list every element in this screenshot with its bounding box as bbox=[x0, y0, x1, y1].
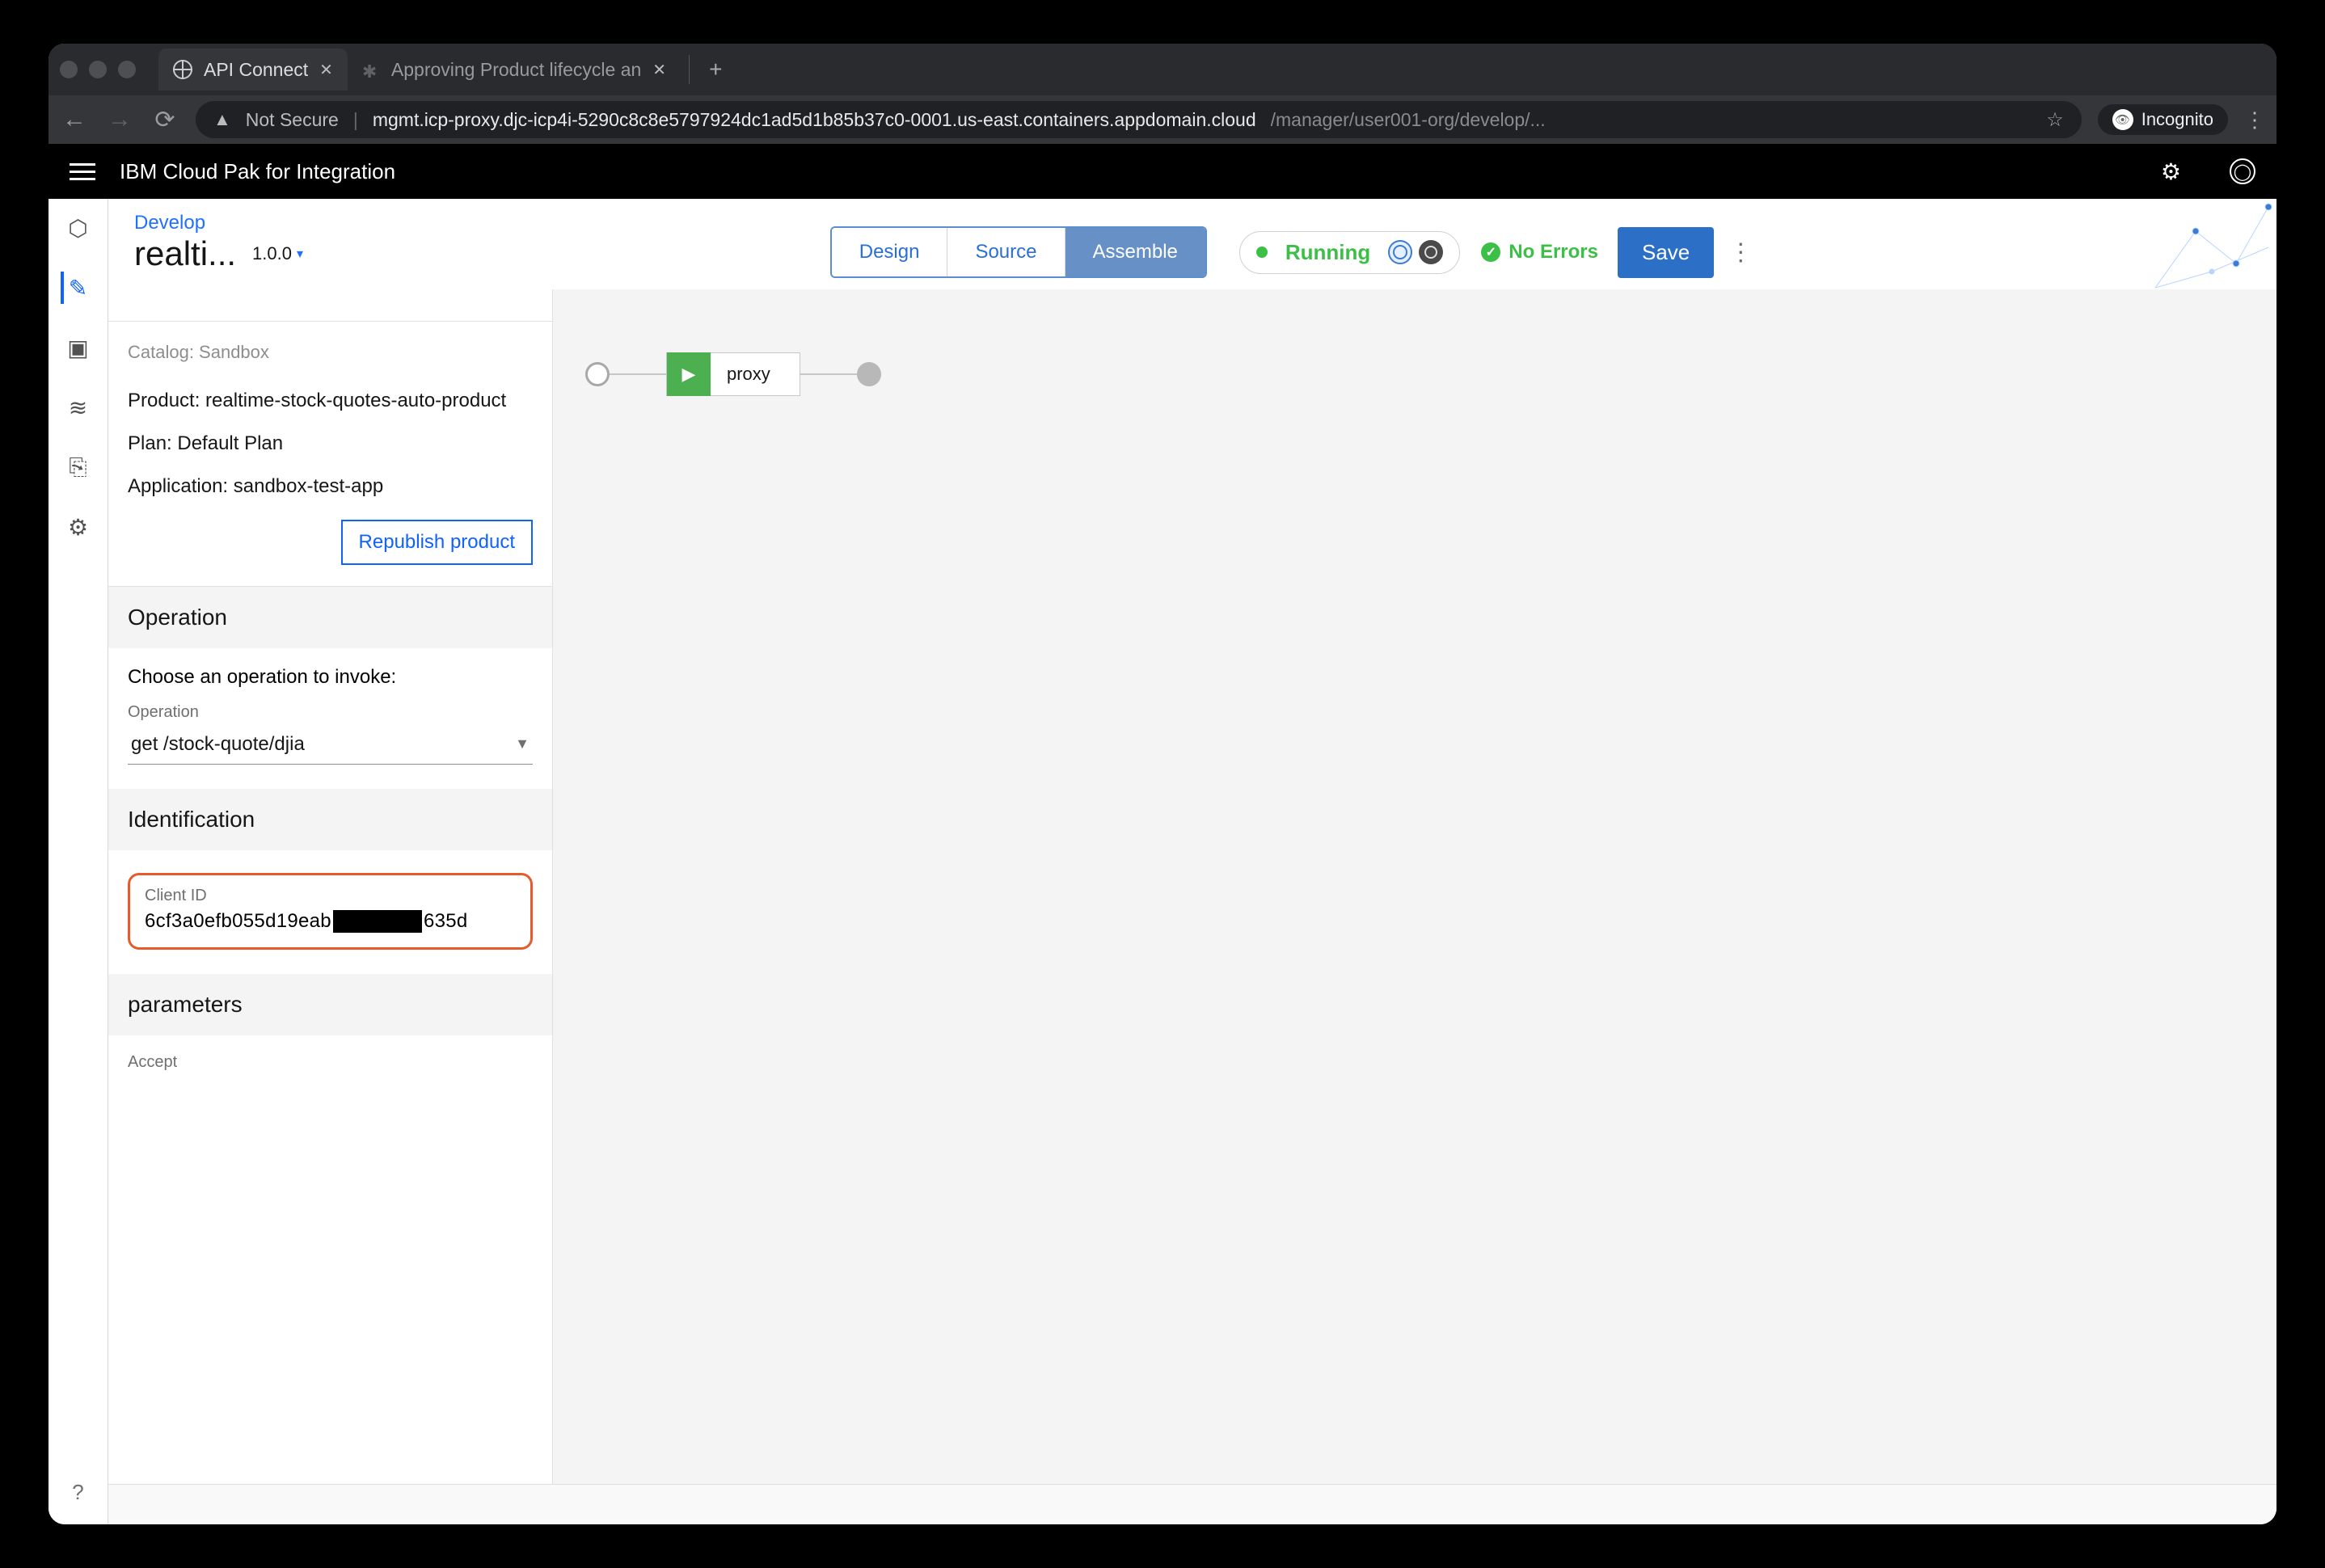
accept-label: Accept bbox=[128, 1053, 533, 1072]
operation-prompt: Choose an operation to invoke: bbox=[128, 666, 533, 689]
toggle-offline[interactable] bbox=[1419, 240, 1443, 264]
nav-reload-icon[interactable]: ⟳ bbox=[150, 106, 179, 134]
operation-heading: Operation bbox=[108, 587, 552, 648]
operation-value: get /stock-quote/djia bbox=[131, 733, 305, 756]
footer-bar bbox=[108, 1484, 2276, 1524]
redacted-block bbox=[333, 910, 422, 933]
url-host: mgmt.icp-proxy.djc-icp4i-5290c8c8e579792… bbox=[373, 109, 1256, 131]
no-errors-label: No Errors bbox=[1509, 241, 1598, 263]
nav-forward-icon: → bbox=[105, 106, 134, 133]
url-input[interactable]: ▲ Not Secure | mgmt.icp-proxy.djc-icp4i-… bbox=[196, 101, 2082, 138]
rail-home-icon[interactable]: ⬡ bbox=[62, 212, 95, 244]
rail-layers-icon[interactable]: ≋ bbox=[62, 391, 95, 424]
chevron-down-icon: ▼ bbox=[515, 736, 530, 752]
browser-tabstrip: API Connect ✕ Approving Product lifecycl… bbox=[49, 44, 2276, 95]
no-errors-indicator[interactable]: ✓ No Errors bbox=[1481, 241, 1598, 263]
globe-icon bbox=[173, 60, 192, 79]
close-icon[interactable]: ✕ bbox=[319, 60, 333, 80]
client-id-field[interactable]: Client ID 6cf3a0efb055d19eab635d bbox=[128, 873, 533, 950]
flow-node-proxy[interactable]: ▶ proxy bbox=[666, 352, 800, 396]
bookmark-icon[interactable]: ☆ bbox=[2046, 108, 2064, 132]
tab-separator bbox=[689, 55, 690, 84]
left-rail: ⬡ ✎ ▣ ≋ ⎘ ⚙ ? bbox=[49, 199, 108, 1524]
toggle-online[interactable] bbox=[1388, 240, 1412, 264]
catalog-label: Catalog: Sandbox bbox=[128, 333, 533, 375]
operation-field-label: Operation bbox=[128, 703, 533, 722]
slack-icon bbox=[362, 61, 380, 78]
url-path: /manager/user001-org/develop/... bbox=[1271, 109, 2026, 131]
flow-end-node[interactable] bbox=[857, 362, 881, 386]
test-heading: Test bbox=[108, 289, 552, 322]
breadcrumb[interactable]: Develop bbox=[134, 212, 303, 234]
overflow-menu-icon[interactable]: ⋮ bbox=[1728, 238, 1753, 267]
republish-button[interactable]: Republish product bbox=[341, 520, 533, 565]
product-label: Product: realtime-stock-quotes-auto-prod… bbox=[128, 380, 533, 423]
incognito-label: Incognito bbox=[2141, 109, 2213, 130]
browser-tab-active[interactable]: API Connect ✕ bbox=[158, 48, 348, 91]
page-title: realti... bbox=[134, 234, 236, 273]
product-header: IBM Cloud Pak for Integration ⚙ ◯ bbox=[49, 144, 2276, 199]
hamburger-icon[interactable] bbox=[70, 163, 95, 180]
tab-label: Approving Product lifecycle an bbox=[391, 59, 641, 81]
application-label: Application: sandbox-test-app bbox=[128, 466, 533, 508]
client-id-value: 6cf3a0efb055d19eab635d bbox=[145, 910, 516, 933]
tab-source[interactable]: Source bbox=[947, 228, 1065, 276]
status-pill: Running bbox=[1239, 231, 1460, 274]
new-tab-button[interactable]: + bbox=[709, 57, 722, 82]
view-tabs: Design Source Assemble bbox=[830, 226, 1207, 278]
window-controls[interactable] bbox=[60, 61, 136, 78]
incognito-badge[interactable]: Incognito bbox=[2098, 104, 2228, 135]
version-selector[interactable]: 1.0.0 ▾ bbox=[252, 243, 303, 264]
rail-develop-icon[interactable]: ✎ bbox=[61, 272, 93, 304]
checkmark-icon: ✓ bbox=[1481, 242, 1500, 262]
browser-tab-inactive[interactable]: Approving Product lifecycle an ✕ bbox=[348, 48, 681, 91]
traffic-max[interactable] bbox=[118, 61, 136, 78]
save-button[interactable]: Save bbox=[1618, 227, 1714, 278]
operation-select[interactable]: get /stock-quote/djia ▼ bbox=[128, 727, 533, 765]
help-icon[interactable]: ? bbox=[62, 1476, 95, 1508]
version-label: 1.0.0 bbox=[252, 243, 292, 264]
tab-label: API Connect bbox=[204, 59, 308, 81]
assemble-canvas[interactable]: ▶ proxy bbox=[553, 289, 2276, 1484]
traffic-close[interactable] bbox=[60, 61, 78, 78]
security-label: Not Secure bbox=[246, 109, 339, 131]
flow-node-label: proxy bbox=[711, 364, 800, 385]
status-label: Running bbox=[1285, 240, 1370, 265]
browser-menu-icon[interactable]: ⋮ bbox=[2244, 107, 2265, 133]
not-secure-icon[interactable]: ▲ bbox=[213, 109, 231, 130]
play-icon: ▶ bbox=[667, 352, 711, 396]
rail-settings-icon[interactable]: ⚙ bbox=[62, 511, 95, 543]
rail-dashboard-icon[interactable]: ▣ bbox=[62, 331, 95, 364]
plan-label: Plan: Default Plan bbox=[128, 423, 533, 466]
identification-heading: Identification bbox=[108, 789, 552, 850]
user-icon[interactable]: ◯ bbox=[2230, 158, 2255, 184]
parameters-heading: parameters bbox=[108, 974, 552, 1035]
incognito-icon bbox=[2112, 109, 2133, 130]
product-title: IBM Cloud Pak for Integration bbox=[120, 159, 395, 184]
traffic-min[interactable] bbox=[89, 61, 107, 78]
rail-members-icon[interactable]: ⎘ bbox=[62, 451, 95, 483]
client-id-label: Client ID bbox=[145, 887, 516, 905]
chevron-down-icon: ▾ bbox=[297, 246, 303, 262]
close-icon[interactable]: ✕ bbox=[652, 60, 666, 80]
address-bar: ← → ⟳ ▲ Not Secure | mgmt.icp-proxy.djc-… bbox=[49, 95, 2276, 144]
status-dot-icon bbox=[1256, 247, 1268, 258]
flow-start-node[interactable] bbox=[585, 362, 610, 386]
nav-back-icon[interactable]: ← bbox=[60, 106, 89, 133]
flow-diagram: ▶ proxy bbox=[585, 352, 2244, 396]
test-panel: Test Catalog: Sandbox Product: realtime-… bbox=[108, 289, 553, 1484]
gear-icon[interactable]: ⚙ bbox=[2161, 158, 2181, 185]
tab-assemble[interactable]: Assemble bbox=[1065, 228, 1205, 276]
tab-design[interactable]: Design bbox=[832, 228, 948, 276]
